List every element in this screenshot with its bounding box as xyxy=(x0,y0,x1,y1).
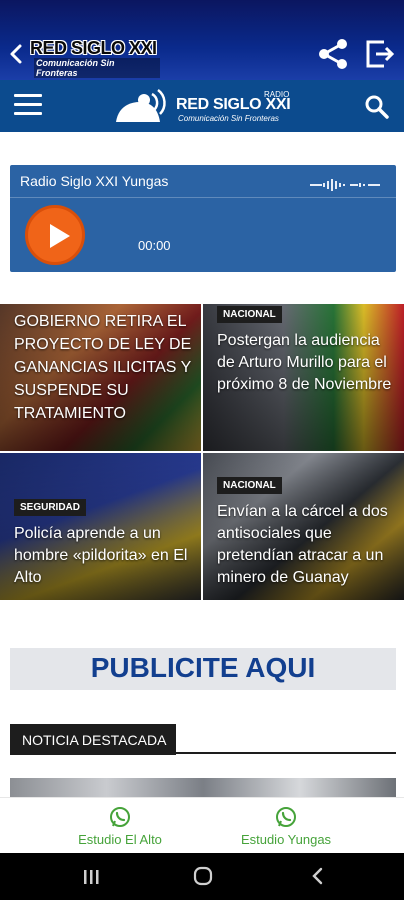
news-card[interactable]: NACIONAL Envían a la cárcel a dos antiso… xyxy=(203,453,404,600)
recent-apps-icon[interactable] xyxy=(82,868,100,886)
home-icon[interactable] xyxy=(193,866,213,886)
player-divider xyxy=(10,197,396,198)
section-title: NOTICIA DESTACADA xyxy=(10,724,177,755)
station-name: Radio Siglo XXI Yungas xyxy=(20,173,169,189)
nav-bar: RADIO RED SIGLO XXI Comunicación Sin Fro… xyxy=(0,80,404,132)
menu-icon[interactable] xyxy=(14,94,42,118)
news-card[interactable]: GOBIERNO RETIRA EL PROYECTO DE LEY DE GA… xyxy=(0,304,201,451)
app-bar: RED SIGLO XXI Comunicación Sin Fronteras xyxy=(0,0,404,80)
brand-subtitle: Comunicación Sin Fronteras xyxy=(34,58,160,78)
studio-label: Estudio El Alto xyxy=(78,832,162,847)
logo-subtitle: Comunicación Sin Fronteras xyxy=(178,114,279,123)
news-headline[interactable]: Policía aprende a un hombre «pildorita» … xyxy=(14,523,193,589)
news-headline[interactable]: Envían a la cárcel a dos antisociales qu… xyxy=(217,501,396,589)
system-nav-bar xyxy=(0,853,404,900)
studio-label: Estudio Yungas xyxy=(240,832,332,847)
news-tag: NACIONAL xyxy=(217,477,282,494)
news-card[interactable]: NACIONAL Postergan la audiencia de Artur… xyxy=(203,304,404,451)
news-tag: SEGURIDAD xyxy=(14,499,87,516)
logo-title: RED SIGLO XXI xyxy=(176,96,291,113)
studio-el-alto-button[interactable]: Estudio El Alto xyxy=(60,806,180,847)
news-tag: NACIONAL xyxy=(217,306,282,323)
share-icon[interactable] xyxy=(316,38,352,70)
back-icon[interactable] xyxy=(8,40,24,68)
search-icon[interactable] xyxy=(364,94,390,120)
exit-icon[interactable] xyxy=(364,38,396,70)
brand-title: RED SIGLO XXI xyxy=(30,38,157,58)
play-button[interactable] xyxy=(25,205,85,265)
news-card[interactable]: SEGURIDAD Policía aprende a un hombre «p… xyxy=(0,453,201,600)
studios-bar: Estudio El Alto Estudio Yungas xyxy=(0,797,404,853)
whatsapp-icon xyxy=(275,806,297,828)
play-icon xyxy=(50,224,70,248)
whatsapp-icon xyxy=(109,806,131,828)
radio-logo: RADIO RED SIGLO XXI Comunicación Sin Fro… xyxy=(114,86,294,126)
ad-banner[interactable]: PUBLICITE AQUI xyxy=(10,648,396,690)
news-headline[interactable]: Postergan la audiencia de Arturo Murillo… xyxy=(217,330,396,396)
ad-text: PUBLICITE AQUI xyxy=(90,652,316,683)
player-time: 00:00 xyxy=(138,238,171,253)
news-headline[interactable]: GOBIERNO RETIRA EL PROYECTO DE LEY DE GA… xyxy=(14,310,193,425)
brand-logo: RED SIGLO XXI Comunicación Sin Fronteras xyxy=(30,38,160,78)
back-nav-icon[interactable] xyxy=(308,866,328,886)
studio-yungas-button[interactable]: Estudio Yungas xyxy=(226,806,346,847)
featured-image[interactable] xyxy=(10,778,396,798)
waveform-icon xyxy=(310,179,380,191)
